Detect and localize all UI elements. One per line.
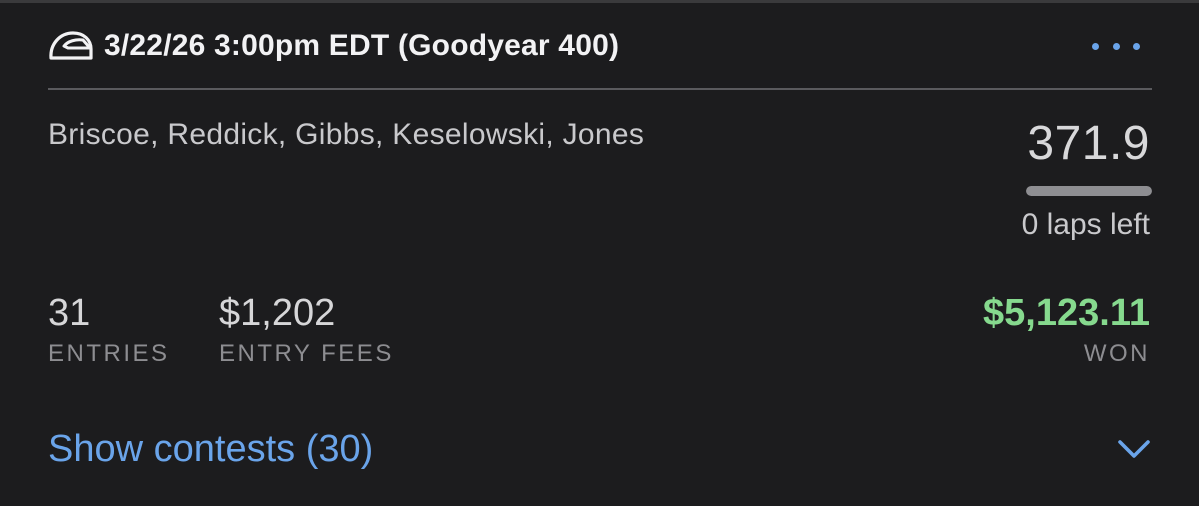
entries-label: ENTRIES	[48, 340, 170, 367]
header-divider	[48, 88, 1152, 90]
race-progress-bar	[1026, 186, 1152, 196]
laps-left: 0 laps left	[1021, 208, 1150, 241]
contest-card: 3/22/26 3:00pm EDT (Goodyear 400) Brisco…	[0, 0, 1199, 506]
lineup-score: 371.9	[1027, 117, 1150, 170]
won-stat: $5,123.11 WON	[983, 292, 1150, 368]
top-border	[0, 0, 1199, 3]
show-contests-link[interactable]: Show contests (30)	[48, 424, 373, 474]
race-progress-fill	[1026, 186, 1152, 196]
card-header: 3/22/26 3:00pm EDT (Goodyear 400)	[48, 22, 1152, 70]
won-label: WON	[1083, 340, 1150, 367]
entries-stat: 31 ENTRIES	[48, 292, 170, 368]
lineup-drivers: Briscoe, Reddick, Gibbs, Keselowski, Jon…	[48, 118, 645, 151]
helmet-icon	[48, 26, 96, 66]
more-options-icon[interactable]	[1092, 34, 1140, 58]
chevron-down-icon[interactable]	[1116, 434, 1152, 464]
entry-fees-stat: $1,202 ENTRY FEES	[219, 292, 394, 368]
won-value: $5,123.11	[983, 292, 1150, 334]
card-footer: Show contests (30)	[48, 424, 1152, 474]
entry-fees-value: $1,202	[219, 292, 336, 334]
contest-title: 3/22/26 3:00pm EDT (Goodyear 400)	[104, 29, 620, 62]
entry-fees-label: ENTRY FEES	[219, 340, 394, 367]
entries-value: 31	[48, 292, 91, 334]
